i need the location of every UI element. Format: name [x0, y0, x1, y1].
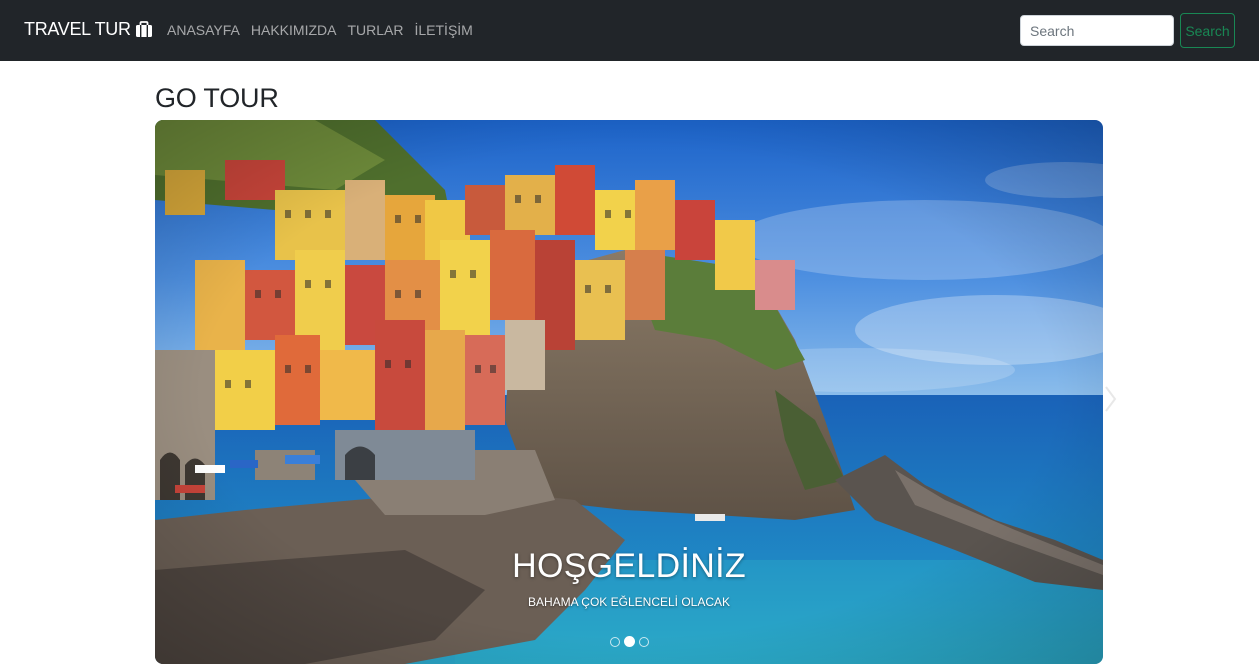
nav-link-hakkimizda[interactable]: HAKKIMIZDA: [251, 22, 337, 38]
search-button[interactable]: Search: [1180, 13, 1235, 48]
nav-links: ANASAYFA HAKKIMIZDA TURLAR İLETİŞİM: [167, 22, 473, 38]
search-input[interactable]: [1020, 15, 1174, 46]
carousel-indicator-2[interactable]: [623, 636, 635, 647]
nav-link-turlar[interactable]: TURLAR: [347, 22, 403, 38]
brand-link[interactable]: TRAVEL TUR: [24, 18, 153, 40]
caption-title: HOŞGELDİNİZ: [512, 547, 746, 585]
caption-subtitle: BAHAMA ÇOK EĞLENCELİ OLACAK: [527, 595, 731, 609]
suitcase-icon: [135, 20, 152, 37]
carousel-next-button[interactable]: [1103, 382, 1119, 416]
nav-link-anasayfa[interactable]: ANASAYFA: [167, 22, 240, 38]
chevron-right-icon: [1105, 386, 1117, 412]
carousel[interactable]: HOŞGELDİNİZ BAHAMA ÇOK EĞLENCELİ OLACAK: [155, 120, 1103, 664]
carousel-prev-button[interactable]: [139, 382, 155, 416]
navbar: TRAVEL TUR ANASAYFA HAKKIMIZDA TURLAR İL…: [0, 0, 1259, 61]
carousel-indicator-3[interactable]: [638, 637, 649, 647]
brand-text: TRAVEL TUR: [24, 18, 131, 39]
chevron-left-icon: [141, 386, 153, 412]
carousel-indicator-1[interactable]: [609, 637, 620, 647]
nav-link-iletisim[interactable]: İLETİŞİM: [414, 22, 472, 38]
page-title: GO TOUR: [155, 83, 279, 113]
carousel-indicators: [155, 636, 1103, 647]
